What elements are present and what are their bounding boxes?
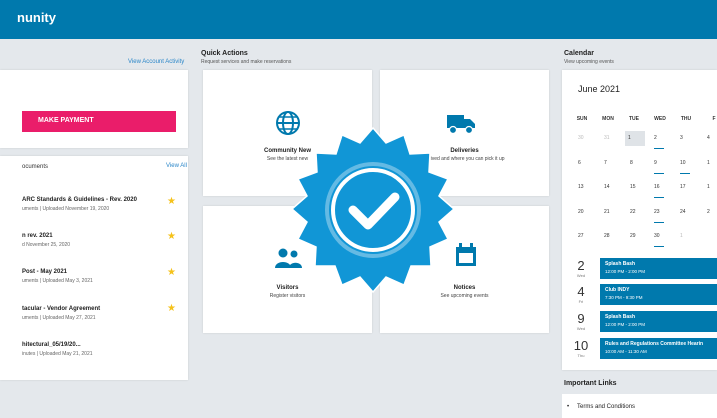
calendar-day[interactable]: 4 [704, 131, 717, 146]
event-marker [654, 197, 664, 198]
calendar-day[interactable]: 29 [627, 229, 647, 244]
day-number: 23 [654, 209, 660, 215]
verified-badge-icon [290, 126, 456, 294]
event-day-number: 9 [577, 311, 585, 326]
calendar-day[interactable]: 21 [601, 205, 621, 220]
day-number: 2 [654, 135, 657, 141]
event-item[interactable]: 4 Fri Club INDY 7:30 PM - 9:30 PM [566, 284, 717, 305]
event-marker [680, 173, 690, 174]
event-day-number: 10 [573, 338, 589, 353]
make-payment-button[interactable]: MAKE PAYMENT [22, 111, 176, 132]
event-marker [654, 222, 664, 223]
event-weekday: Thu [577, 353, 585, 358]
calendar-day[interactable]: 9 [651, 156, 671, 174]
document-item[interactable]: Post - May 2021 uments | Uploaded May 3,… [22, 269, 182, 284]
event-item[interactable]: 9 Wed Splash Bash 12:00 PM - 2:00 PM [566, 311, 717, 332]
quick-actions-title: Quick Actions [201, 50, 248, 57]
calendar-day[interactable]: 13 [575, 180, 595, 195]
calendar-day[interactable]: 6 [575, 156, 595, 171]
calendar-month: June 2021 [578, 84, 621, 94]
event-marker [654, 173, 664, 174]
event-weekday: Wed [576, 273, 586, 278]
calendar-day[interactable]: 8 [627, 156, 647, 171]
document-item[interactable]: tacular - Vendor Agreement uments | Uplo… [22, 306, 182, 321]
event-item[interactable]: 10 Thu Rules and Regulations Committee H… [566, 338, 717, 359]
document-item[interactable]: n rev. 2021 d November 25, 2020 [22, 233, 182, 248]
calendar-day[interactable]: 20 [575, 205, 595, 220]
event-day-number: 2 [577, 258, 585, 273]
account-card [0, 70, 188, 148]
weekday-header: F [712, 116, 716, 122]
calendar-day[interactable]: 2 [704, 205, 717, 220]
quick-actions-subtitle: Request services and make reservations [201, 59, 292, 65]
top-bar: nunity [0, 0, 717, 39]
event-title: Splash Bash [605, 261, 636, 267]
event-box[interactable]: Splash Bash 12:00 PM - 2:00 PM [600, 311, 717, 332]
event-day-number: 4 [577, 284, 585, 299]
calendar-day[interactable]: 22 [627, 205, 647, 220]
calendar-day[interactable]: 1 [704, 156, 717, 171]
calendar-day[interactable]: 1 [625, 131, 645, 146]
important-links-title: Important Links [564, 380, 617, 387]
calendar-day[interactable]: 10 [677, 156, 697, 174]
calendar-day[interactable]: 30 [575, 131, 595, 146]
calendar-title: Calendar [564, 50, 594, 57]
view-account-activity-link[interactable]: View Account Activity [128, 59, 184, 65]
star-icon[interactable]: ★ [167, 303, 176, 314]
calendar-day[interactable]: 30 [651, 229, 671, 247]
bullet: • [567, 404, 570, 410]
event-time: 12:00 PM - 2:00 PM [605, 322, 646, 327]
weekday-header: SUN [576, 116, 588, 122]
event-marker [654, 246, 664, 247]
day-number: 30 [654, 233, 660, 239]
event-marker [654, 148, 664, 149]
day-number: 16 [654, 184, 660, 190]
link-terms-and-conditions[interactable]: Terms and Conditions [577, 404, 635, 410]
calendar-day[interactable]: 3 [677, 131, 697, 146]
calendar-day[interactable]: 17 [677, 180, 697, 195]
documents-view-all-link[interactable]: View All [166, 163, 187, 169]
event-time: 12:00 PM - 2:00 PM [605, 269, 646, 274]
weekday-header: TUE [629, 116, 639, 122]
day-number: 10 [680, 160, 686, 166]
event-box[interactable]: Splash Bash 12:00 PM - 2:00 PM [600, 258, 717, 279]
calendar-day[interactable]: 28 [601, 229, 621, 244]
calendar-day[interactable]: 15 [627, 180, 647, 195]
weekday-header: MON [602, 116, 614, 122]
day-number: 9 [654, 160, 657, 166]
weekday-header: WED [654, 116, 666, 122]
document-item[interactable]: hitectural_05/19/20... inutes | Uploaded… [22, 342, 182, 357]
event-time: 7:30 PM - 9:30 PM [605, 295, 643, 300]
event-weekday: Wed [576, 326, 586, 331]
event-box[interactable]: Rules and Regulations Committee Hearin 1… [600, 338, 717, 359]
event-weekday: Fri [578, 299, 584, 304]
event-title: Club INDY [605, 287, 630, 293]
calendar-day[interactable]: 27 [575, 229, 595, 244]
calendar-subtitle: View upcoming events [564, 59, 614, 65]
star-icon[interactable]: ★ [167, 196, 176, 207]
calendar-day[interactable]: 16 [651, 180, 671, 198]
event-box[interactable]: Club INDY 7:30 PM - 9:30 PM [600, 284, 717, 305]
calendar-day[interactable]: 24 [677, 205, 697, 220]
app-title: nunity [17, 10, 56, 25]
calendar-day[interactable]: 23 [651, 205, 671, 223]
event-title: Rules and Regulations Committee Hearin [605, 341, 704, 347]
calendar-day[interactable]: 1 [704, 180, 717, 195]
document-item[interactable]: ARC Standards & Guidelines - Rev. 2020 u… [22, 197, 182, 212]
event-item[interactable]: 2 Wed Splash Bash 12:00 PM - 2:00 PM [566, 258, 717, 279]
calendar-day[interactable]: 7 [601, 156, 621, 171]
documents-title: ocuments [22, 164, 49, 170]
weekday-header: THU [680, 116, 692, 122]
star-icon[interactable]: ★ [167, 231, 176, 242]
star-icon[interactable]: ★ [167, 267, 176, 278]
event-time: 10:00 AM - 11:30 AM [605, 349, 647, 354]
calendar-day[interactable]: 1 [677, 229, 697, 244]
event-title: Splash Bash [605, 314, 636, 320]
calendar-day[interactable]: 2 [651, 131, 671, 149]
calendar-day[interactable]: 31 [601, 131, 621, 146]
calendar-day[interactable]: 14 [601, 180, 621, 195]
